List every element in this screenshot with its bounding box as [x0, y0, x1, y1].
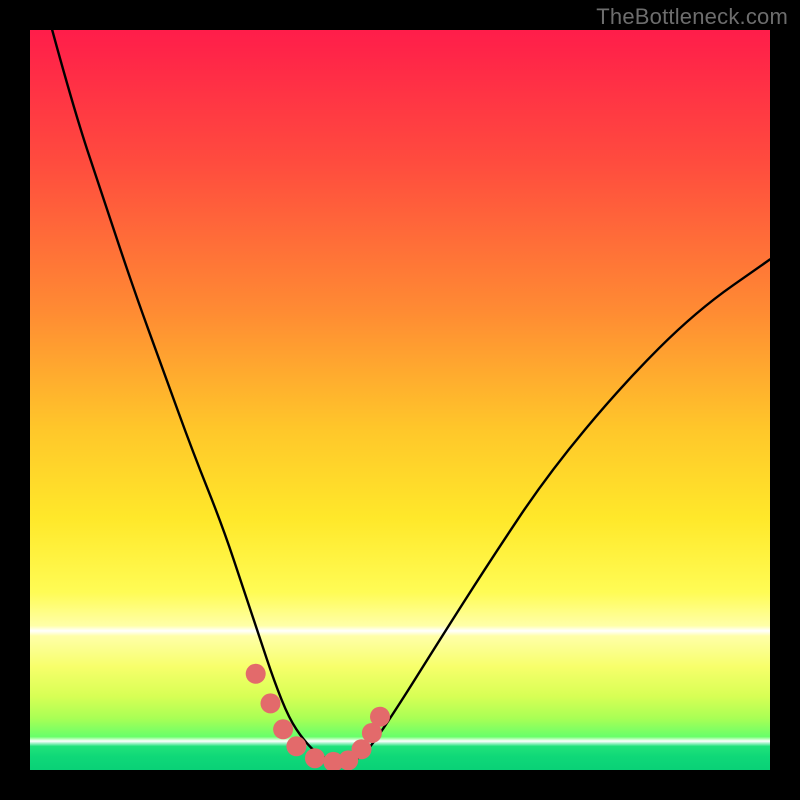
marker-point [370, 707, 390, 727]
marker-point [286, 736, 306, 756]
marker-point [261, 693, 281, 713]
bottleneck-curve [52, 30, 770, 762]
highlighted-points [246, 664, 390, 770]
plot-area [30, 30, 770, 770]
watermark-text: TheBottleneck.com [596, 4, 788, 30]
curve-layer [30, 30, 770, 770]
chart-frame: TheBottleneck.com [0, 0, 800, 800]
marker-point [273, 719, 293, 739]
marker-point [305, 748, 325, 768]
marker-point [246, 664, 266, 684]
